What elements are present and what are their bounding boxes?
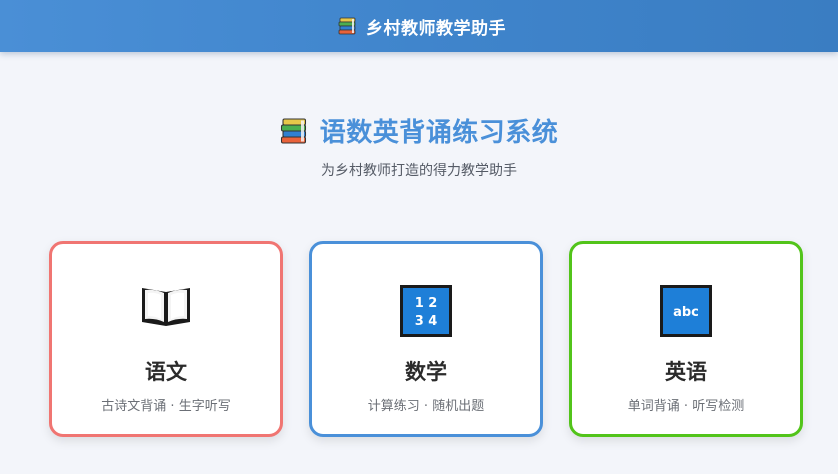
card-description: 古诗文背诵 · 生字听写	[101, 399, 231, 414]
open-book-icon	[139, 284, 193, 328]
hero-section: 语数英背诵练习系统 为乡村教师打造的得力教学助手	[0, 112, 838, 180]
books-icon	[280, 116, 310, 146]
numbers-icon-line1: 1 2	[415, 296, 438, 311]
books-icon	[338, 16, 358, 36]
subject-cards: 语文 古诗文背诵 · 生字听写 1 2 3 4 数学 计算练习 · 随机出题 a…	[49, 241, 809, 441]
card-title: 语文	[145, 360, 187, 384]
header-brand: 乡村教师教学助手	[338, 14, 506, 39]
top-header-bar: 乡村教师教学助手	[0, 0, 838, 52]
subject-card-chinese[interactable]: 语文 古诗文背诵 · 生字听写	[49, 241, 283, 437]
app-title: 乡村教师教学助手	[366, 18, 506, 39]
card-title: 英语	[665, 360, 707, 384]
page-subtitle: 为乡村教师打造的得力教学助手	[321, 162, 517, 179]
card-description: 单词背诵 · 听写检测	[627, 399, 745, 414]
abc-icon-text: abc	[673, 305, 699, 320]
subject-card-english[interactable]: abc 英语 单词背诵 · 听写检测	[569, 241, 803, 437]
page-title: 语数英背诵练习系统	[319, 118, 559, 148]
card-title: 数学	[405, 360, 447, 384]
numbers-icon: 1 2 3 4	[399, 284, 453, 338]
hero-title-row: 语数英背诵练习系统	[280, 112, 559, 149]
abc-icon: abc	[659, 284, 713, 338]
subject-card-math[interactable]: 1 2 3 4 数学 计算练习 · 随机出题	[309, 241, 543, 437]
numbers-icon-line2: 3 4	[415, 314, 438, 329]
card-description: 计算练习 · 随机出题	[367, 399, 485, 414]
